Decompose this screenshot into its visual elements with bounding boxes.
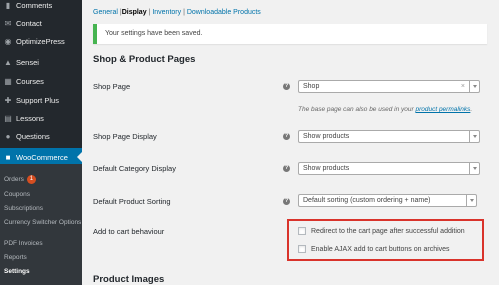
sidebar-item-support-plus[interactable]: ✚ Support Plus (0, 91, 82, 109)
sidebar-item-label: Sensei (16, 57, 39, 67)
chevron-down-icon[interactable] (469, 131, 479, 142)
sidebar-item-label: Lessons (16, 113, 44, 123)
sidebar-item-optimizepress[interactable]: ◉ OptimizePress (0, 32, 82, 50)
submenu-item-pdf-invoices[interactable]: PDF Invoices (4, 240, 43, 248)
optimizepress-icon: ◉ (4, 36, 12, 46)
admin-sidebar: ▮ Comments ✉ Contact ◉ OptimizePress ▲ S… (0, 0, 82, 285)
default-product-sorting-select-value: Default sorting (custom ordering + name) (303, 197, 431, 204)
sidebar-item-label: WooCommerce (16, 152, 68, 162)
shop-page-display-select[interactable]: Show products (298, 130, 480, 143)
support-icon: ✚ (4, 95, 12, 105)
redirect-to-cart-checkbox[interactable] (298, 227, 306, 235)
shop-page-display-label: Shop Page Display (93, 132, 157, 141)
settings-saved-notice: Your settings have been saved. (93, 24, 487, 44)
submenu-item-reports[interactable]: Reports (4, 254, 27, 262)
description-text: . (470, 106, 473, 113)
submenu-item-currency-switcher[interactable]: Currency Switcher Options (4, 219, 82, 227)
sidebar-item-courses[interactable]: ▦ Courses (0, 72, 82, 90)
subnav-general[interactable]: General (93, 9, 118, 16)
default-category-display-label: Default Category Display (93, 164, 176, 173)
chevron-down-icon[interactable] (469, 163, 479, 174)
default-product-sorting-select[interactable]: Default sorting (custom ordering + name) (298, 194, 477, 207)
sidebar-item-comments[interactable]: ▮ Comments (0, 0, 82, 14)
ajax-add-to-cart-option[interactable]: Enable AJAX add to cart buttons on archi… (298, 245, 450, 253)
main-content: General |Display | Inventory | Downloada… (82, 0, 499, 285)
sidebar-item-label: Comments (16, 0, 53, 10)
submenu-item-settings[interactable]: Settings (4, 268, 30, 276)
envelope-icon: ✉ (4, 18, 12, 28)
chevron-down-icon[interactable] (466, 195, 476, 206)
help-icon[interactable]: ? (283, 198, 290, 205)
ajax-add-to-cart-label: Enable AJAX add to cart buttons on archi… (311, 245, 450, 253)
settings-subnav: General |Display | Inventory | Downloada… (93, 9, 261, 16)
sidebar-item-contact[interactable]: ✉ Contact (0, 14, 82, 32)
courses-icon: ▦ (4, 76, 12, 86)
redirect-to-cart-option[interactable]: Redirect to the cart page after successf… (298, 227, 465, 235)
subnav-separator: | (148, 9, 151, 16)
description-text: The base page can also be used in your (298, 106, 416, 113)
submenu-item-label: Orders (4, 176, 24, 184)
question-icon: ● (5, 131, 11, 141)
shop-page-display-select-value: Show products (303, 133, 350, 140)
section-heading-shop-pages: Shop & Product Pages (93, 54, 196, 65)
subnav-display[interactable]: Display (122, 9, 147, 16)
help-icon[interactable]: ? (283, 165, 290, 172)
add-to-cart-behaviour-label: Add to cart behaviour (93, 227, 165, 236)
highlight-annotation-box (287, 219, 484, 261)
sidebar-item-label: Courses (16, 76, 44, 86)
sidebar-item-lessons[interactable]: ▤ Lessons (0, 109, 82, 127)
subnav-downloadable-products[interactable]: Downloadable Products (187, 9, 261, 16)
sidebar-item-label: Support Plus (16, 95, 59, 105)
submenu-item-subscriptions[interactable]: Subscriptions (4, 205, 43, 213)
shop-page-description: The base page can also be used in your p… (298, 106, 472, 113)
orders-count-badge: 1 (26, 175, 36, 184)
woocommerce-icon: ■ (5, 152, 11, 162)
subnav-inventory[interactable]: Inventory (152, 9, 181, 16)
clear-selection-icon[interactable]: × (461, 81, 465, 92)
product-permalinks-link[interactable]: product permalinks (415, 106, 470, 113)
sidebar-item-questions[interactable]: ● Questions (0, 127, 82, 145)
help-icon[interactable]: ? (283, 133, 290, 140)
sidebar-item-label: Questions (16, 131, 50, 141)
sidebar-item-label: Contact (16, 18, 42, 28)
ajax-add-to-cart-checkbox[interactable] (298, 245, 306, 253)
comment-icon: ▮ (5, 0, 11, 10)
shop-page-select-value: Shop (303, 83, 320, 90)
help-icon[interactable]: ? (283, 83, 290, 90)
woocommerce-submenu: Orders 1 Coupons Subscriptions Currency S… (0, 164, 82, 285)
default-product-sorting-label: Default Product Sorting (93, 197, 171, 206)
sidebar-item-sensei[interactable]: ▲ Sensei (0, 53, 82, 71)
chevron-down-icon[interactable] (469, 81, 479, 92)
redirect-to-cart-label: Redirect to the cart page after successf… (311, 227, 465, 235)
sidebar-item-label: OptimizePress (16, 36, 65, 46)
submenu-item-orders[interactable]: Orders 1 (4, 175, 36, 184)
graduation-icon: ▲ (4, 57, 12, 67)
section-heading-product-images: Product Images (93, 274, 165, 285)
shop-page-select[interactable]: Shop × (298, 80, 480, 93)
default-category-display-select[interactable]: Show products (298, 162, 480, 175)
shop-page-label: Shop Page (93, 82, 131, 91)
default-category-display-select-value: Show products (303, 165, 350, 172)
submenu-item-coupons[interactable]: Coupons (4, 191, 30, 199)
subnav-separator: | (183, 9, 185, 16)
lessons-icon: ▤ (4, 113, 12, 123)
